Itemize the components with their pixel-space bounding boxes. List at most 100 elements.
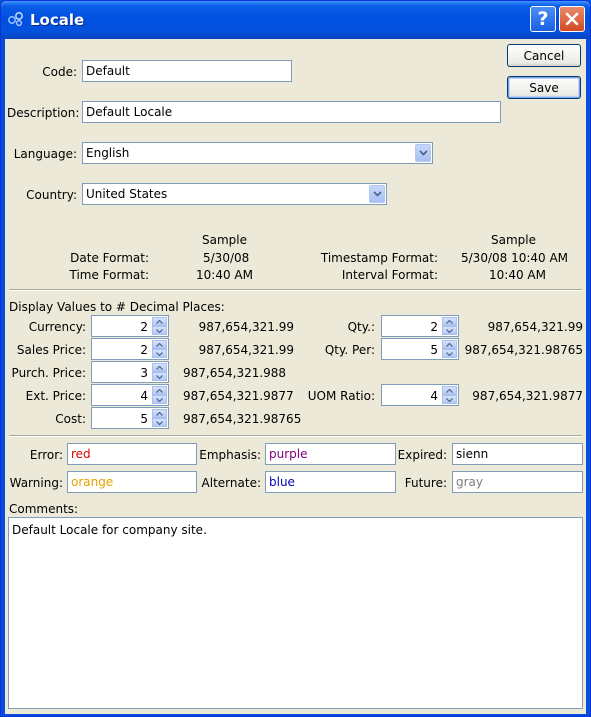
spinner-up-button[interactable] <box>442 386 457 395</box>
qty-spinner[interactable]: 2 <box>381 315 459 337</box>
sample-header-left: Sample <box>202 233 247 247</box>
purch-price-spinner[interactable]: 3 <box>91 361 169 383</box>
chevron-down-icon <box>156 374 163 379</box>
cost-sample: 987,654,321.98765 <box>183 412 302 426</box>
chevron-up-icon <box>446 342 453 347</box>
emphasis-color-field[interactable]: purple <box>265 443 396 465</box>
title-bar[interactable]: Locale ? <box>1 1 590 39</box>
emphasis-label: Emphasis: <box>199 448 261 462</box>
date-format-label: Date Format: <box>70 251 149 265</box>
spinner-up-button[interactable] <box>152 340 167 349</box>
warning-color-field[interactable]: orange <box>67 471 197 493</box>
currency-label: Currency: <box>28 320 86 334</box>
code-label: Code: <box>42 65 77 79</box>
close-button[interactable] <box>559 6 585 32</box>
uom-ratio-spinner-value: 4 <box>430 389 438 403</box>
spinner-down-button[interactable] <box>152 326 167 335</box>
spinner-up-button[interactable] <box>442 317 457 326</box>
interval-format-label: Interval Format: <box>341 268 438 282</box>
spinner-down-button[interactable] <box>152 372 167 381</box>
help-icon: ? <box>537 8 549 30</box>
comments-textarea[interactable]: Default Locale for company site. <box>8 517 583 709</box>
timestamp-format-label: Timestamp Format: <box>320 251 438 265</box>
ext-price-spinner[interactable]: 4 <box>91 384 169 406</box>
country-dropdown-button[interactable] <box>369 185 385 203</box>
spinner-buttons <box>442 317 457 335</box>
future-color-field[interactable]: gray <box>452 471 583 493</box>
spinner-down-button[interactable] <box>152 349 167 358</box>
chevron-up-icon <box>446 388 453 393</box>
window-title: Locale <box>30 11 85 29</box>
alternate-label: Alternate: <box>201 476 261 490</box>
error-label: Error: <box>29 448 63 462</box>
save-button[interactable]: Save <box>507 76 581 99</box>
window-frame-right <box>586 39 590 716</box>
spinner-buttons <box>152 340 167 358</box>
error-color-field[interactable]: red <box>67 443 197 465</box>
language-label: Language: <box>13 147 77 161</box>
cost-spinner-value: 5 <box>140 412 148 426</box>
warning-label: Warning: <box>9 476 63 490</box>
purch-price-label: Purch. Price: <box>11 366 86 380</box>
close-icon <box>565 12 579 26</box>
qty-per-spinner-value: 5 <box>430 343 438 357</box>
chevron-down-icon <box>372 191 382 197</box>
qty-per-spinner[interactable]: 5 <box>381 338 459 360</box>
purch-price-spinner-value: 3 <box>140 366 148 380</box>
timestamp-format-sample: 5/30/08 10:40 AM <box>461 251 569 265</box>
ext-price-label: Ext. Price: <box>25 389 86 403</box>
time-format-label: Time Format: <box>69 268 149 282</box>
country-value: United States <box>86 187 168 201</box>
qty-per-sample: 987,654,321.98765 <box>464 343 583 357</box>
separator <box>9 435 582 437</box>
spinner-up-button[interactable] <box>152 317 167 326</box>
uom-ratio-spinner[interactable]: 4 <box>381 384 459 406</box>
purch-price-sample: 987,654,321.988 <box>183 366 287 380</box>
chevron-down-icon <box>156 397 163 402</box>
spinner-buttons <box>152 317 167 335</box>
spinner-buttons <box>152 409 167 427</box>
spinner-up-button[interactable] <box>152 409 167 418</box>
spinner-down-button[interactable] <box>442 349 457 358</box>
locale-window: Locale ? Cancel Save Code: Default Descr… <box>0 0 591 717</box>
code-field[interactable]: Default <box>82 60 292 82</box>
spinner-down-button[interactable] <box>152 418 167 427</box>
cancel-button[interactable]: Cancel <box>507 44 581 67</box>
spinner-up-button[interactable] <box>152 386 167 395</box>
help-button[interactable]: ? <box>530 6 556 32</box>
spinner-up-button[interactable] <box>442 340 457 349</box>
uom-ratio-sample: 987,654,321.9877 <box>472 389 583 403</box>
currency-sample: 987,654,321.99 <box>198 320 294 334</box>
sales-price-spinner[interactable]: 2 <box>91 338 169 360</box>
chevron-up-icon <box>156 342 163 347</box>
language-select[interactable]: English <box>82 142 433 164</box>
country-select[interactable]: United States <box>82 183 387 205</box>
spinner-down-button[interactable] <box>442 326 457 335</box>
country-label: Country: <box>26 188 77 202</box>
cost-spinner[interactable]: 5 <box>91 407 169 429</box>
language-dropdown-button[interactable] <box>415 144 431 162</box>
spinner-down-button[interactable] <box>442 395 457 404</box>
chevron-down-icon <box>446 397 453 402</box>
sample-header-right: Sample <box>491 233 536 247</box>
expired-color-field[interactable]: sienn <box>452 443 583 465</box>
chevron-down-icon <box>156 328 163 333</box>
decimals-section-label: Display Values to # Decimal Places: <box>9 300 225 314</box>
time-format-sample: 10:40 AM <box>196 268 253 282</box>
qty-sample: 987,654,321.99 <box>487 320 583 334</box>
app-icon <box>8 12 23 27</box>
sales-price-spinner-value: 2 <box>140 343 148 357</box>
separator <box>9 289 582 291</box>
chevron-up-icon <box>156 388 163 393</box>
spinner-up-button[interactable] <box>152 363 167 372</box>
description-field[interactable]: Default Locale <box>82 101 501 123</box>
language-value: English <box>86 146 130 160</box>
alternate-color-field[interactable]: blue <box>265 471 396 493</box>
cost-label: Cost: <box>55 412 86 426</box>
spinner-down-button[interactable] <box>152 395 167 404</box>
ext-price-spinner-value: 4 <box>140 389 148 403</box>
ext-price-sample: 987,654,321.9877 <box>183 389 294 403</box>
qty-per-label: Qty. Per: <box>324 343 375 357</box>
date-format-sample: 5/30/08 <box>203 251 250 265</box>
currency-spinner[interactable]: 2 <box>91 315 169 337</box>
